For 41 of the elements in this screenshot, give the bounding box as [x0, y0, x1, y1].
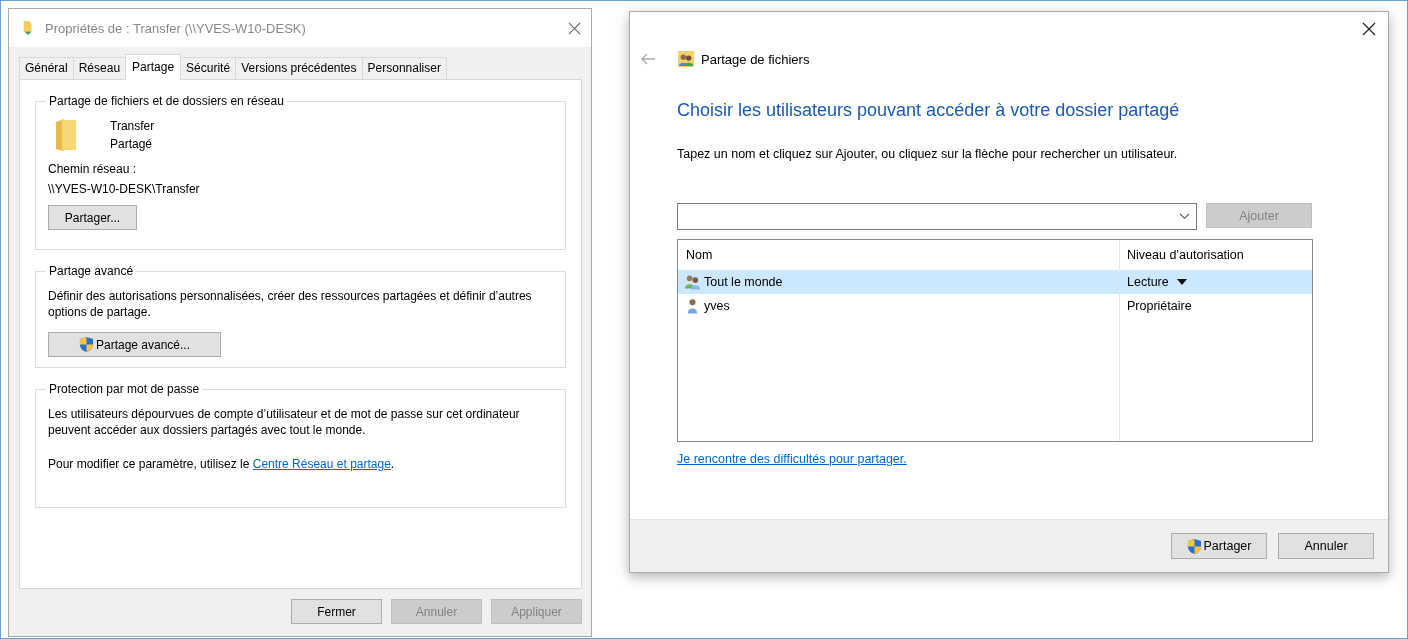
user-row[interactable]: yves Propriétaire [678, 294, 1312, 318]
share-button[interactable]: Partager... [48, 205, 137, 230]
column-header[interactable]: Niveau d’autorisation [1120, 240, 1312, 270]
user-name: Tout le monde [704, 275, 783, 289]
group-title: Protection par mot de passe [48, 382, 201, 396]
user-name: yves [704, 299, 730, 313]
instruction-text: Tapez un nom et cliquez sur Ajouter, ou cliquez sur la flèche pour rechercher un utilisateur. [677, 147, 1179, 161]
users-icon [684, 274, 701, 290]
folder-share-icon [21, 20, 35, 36]
chevron-down-icon[interactable] [1179, 213, 1190, 220]
dropdown-arrow-icon[interactable] [1176, 279, 1187, 285]
shield-icon [78, 336, 94, 353]
wizard-title: Partage de fichiers [701, 51, 810, 67]
tab[interactable]: Personnaliser [361, 57, 447, 79]
description-text: Les utilisateurs dépourvues de compte d’utilisateur et de mot de passe sur cet ordinateur peuvent accéder aux dossiers partagés avec tout le monde. [48, 406, 521, 438]
tab[interactable]: Général [19, 57, 74, 79]
permission-level: Lecture [1127, 275, 1169, 289]
share-status: Partagé [110, 137, 154, 151]
window-title: Propriétés de : Transfer (\\YVES-W10-DESK) [45, 20, 307, 36]
settings-note: Pour modifier ce paramètre, utilisez le Centre Réseau et partage. [48, 456, 396, 472]
description-text: Définir des autorisations personnalisées, créer des ressources partagées et définir d’autres options de partage. [48, 288, 533, 320]
group-title: Partage avancé [48, 264, 135, 278]
network-center-link[interactable]: Centre Réseau et partage [252, 457, 391, 471]
path-label: Chemin réseau : [48, 162, 138, 176]
advanced-sharing-button[interactable]: Partage avancé... [48, 332, 221, 357]
network-path: \\YVES-W10-DESK\Transfer [48, 182, 201, 196]
tab[interactable]: Partage [125, 54, 182, 80]
group-title: Partage de fichiers et de dossiers en réseau [48, 94, 285, 108]
close-icon[interactable] [1362, 22, 1376, 36]
wizard-heading: Choisir les utilisateurs pouvant accéder à votre dossier partagé [677, 100, 1181, 121]
users-icon [678, 51, 694, 67]
dialog-button[interactable]: Fermer [291, 599, 382, 624]
dialog-button[interactable]: Annuler [1278, 533, 1374, 559]
shield-icon [1186, 537, 1202, 555]
permission-level: Propriétaire [1127, 299, 1192, 313]
help-link[interactable]: Je rencontre des difficultés pour partager. [677, 452, 907, 466]
dialog-button[interactable]: Partager [1171, 533, 1267, 559]
folder-icon [54, 118, 78, 152]
user-row[interactable]: Tout le monde Lecture [678, 270, 1312, 294]
user-name-combobox[interactable] [677, 203, 1197, 230]
folder-name: Transfer [110, 119, 155, 133]
